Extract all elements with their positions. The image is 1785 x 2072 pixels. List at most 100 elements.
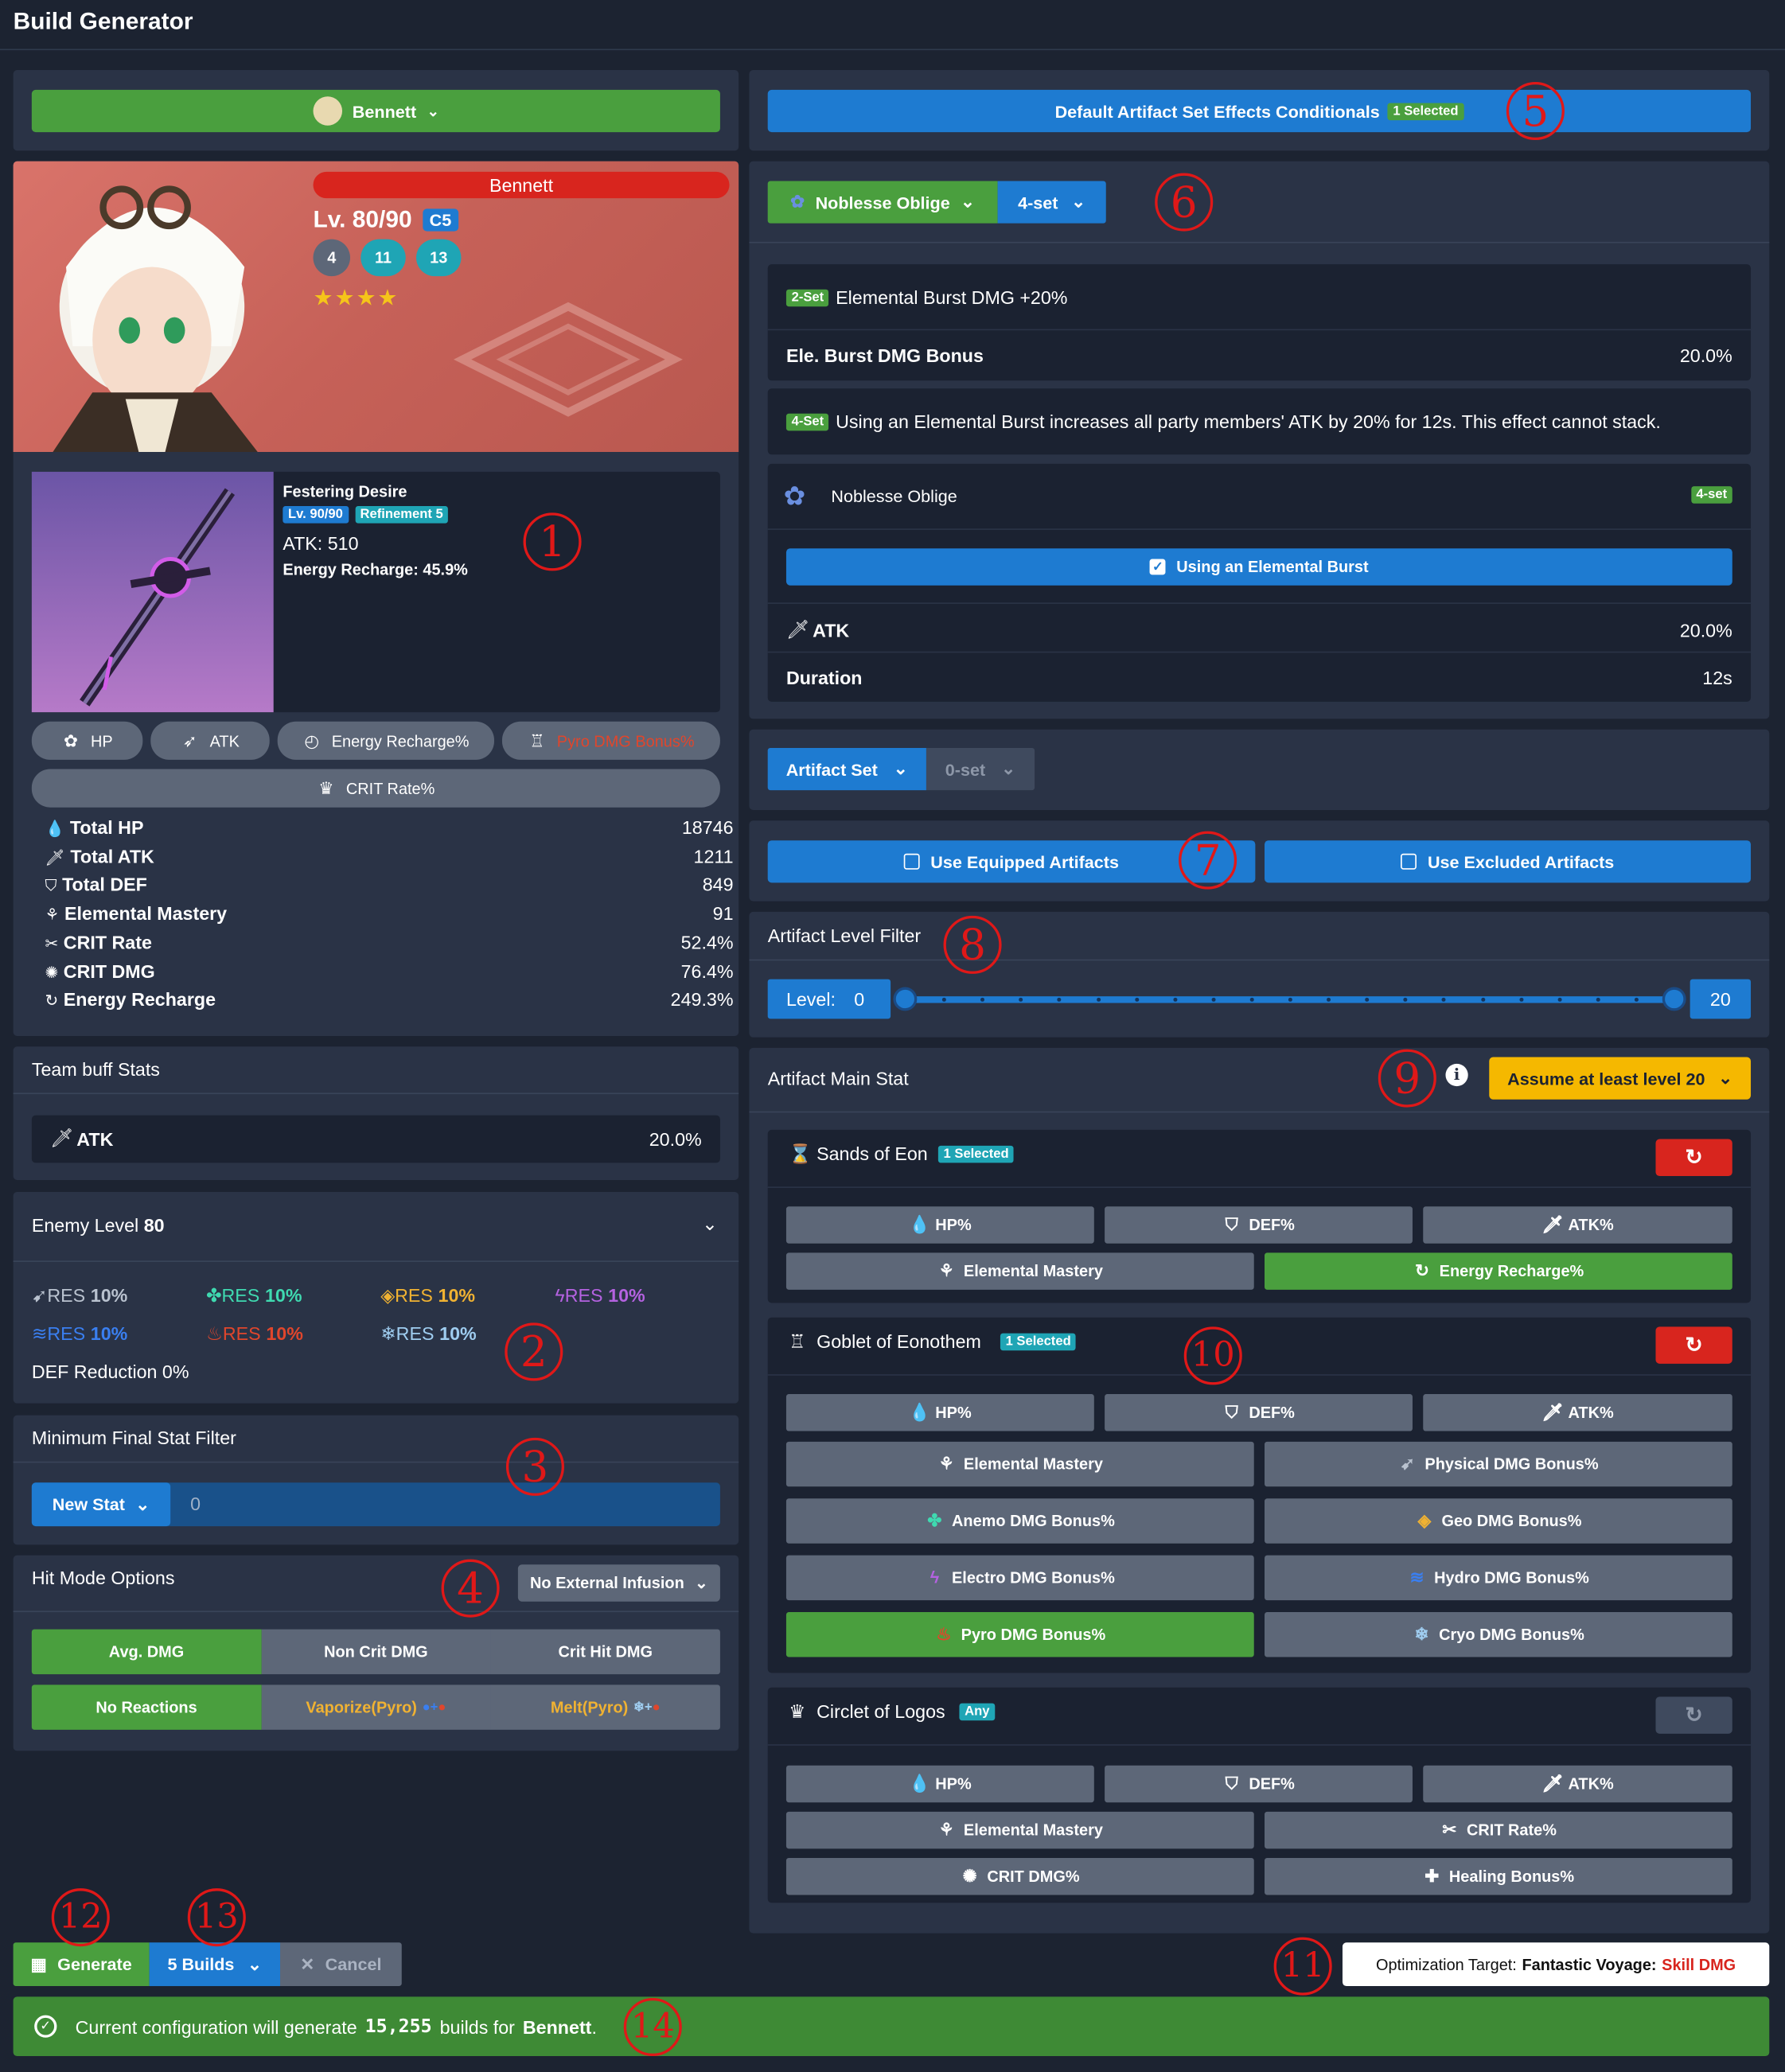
sands-icon: ◴ <box>304 730 320 750</box>
goblet-def-button[interactable]: ⛉ DEF% <box>1105 1394 1413 1431</box>
electro-icon: ϟ <box>930 1567 940 1587</box>
circlet-atk-button[interactable]: 🗡 ATK% <box>1423 1765 1732 1803</box>
goblet-electro-button[interactable]: ϟ Electro DMG Bonus% <box>785 1555 1254 1601</box>
circlet-crit-rate-button[interactable]: ✂ CRIT Rate% <box>1265 1811 1732 1849</box>
sands-reset-button[interactable]: ↻ <box>1655 1139 1732 1177</box>
melt-button[interactable]: Melt(Pyro) ❄+● <box>490 1684 720 1730</box>
goblet-anemo-button[interactable]: ✤ Anemo DMG Bonus% <box>785 1498 1254 1544</box>
def-reduction: DEF Reduction 0% <box>31 1361 189 1383</box>
artifact-chip-circlet[interactable]: ♛ CRIT Rate% <box>31 769 720 808</box>
stat-label: Pyro DMG Bonus% <box>961 1625 1106 1644</box>
stat-label: ATK% <box>1568 1774 1614 1794</box>
cryo-pyro-icon: ❄+● <box>633 1700 661 1715</box>
cancel-button[interactable]: ✕ Cancel <box>280 1942 402 1987</box>
goblet-reset-button[interactable]: ↻ <box>1655 1326 1732 1364</box>
team-buff-stat-label: ATK <box>76 1128 114 1150</box>
weapon-card[interactable]: Festering Desire Lv. 90/90 Refinement 5 … <box>31 471 720 713</box>
level-slider-min-handle[interactable] <box>893 987 918 1011</box>
circlet-reset-button[interactable]: ↻ <box>1655 1696 1732 1734</box>
sands-er-button[interactable]: ↻ Energy Recharge% <box>1265 1252 1732 1290</box>
chip-label: Pyro DMG Bonus% <box>556 731 695 750</box>
goblet-cryo-button[interactable]: ❄ Cryo DMG Bonus% <box>1265 1612 1732 1657</box>
goblet-physical-button[interactable]: ➹ Physical DMG Bonus% <box>1265 1441 1732 1487</box>
shield-icon: ⛉ <box>1225 1402 1238 1422</box>
goblet-em-button[interactable]: ⚘ Elemental Mastery <box>785 1441 1254 1487</box>
info-icon[interactable]: i <box>1445 1063 1468 1087</box>
stat-value: 849 <box>702 874 734 895</box>
goblet-atk-button[interactable]: 🗡 ATK% <box>1423 1394 1732 1431</box>
sands-hp-button[interactable]: 💧 HP% <box>785 1206 1094 1244</box>
artifact-chip-plume[interactable]: ➶ ATK <box>150 721 270 760</box>
circlet-hp-button[interactable]: 💧 HP% <box>785 1765 1094 1803</box>
level-slider-track[interactable] <box>893 987 1686 1011</box>
slider-tick <box>1172 997 1177 1002</box>
generate-label: Generate <box>57 1954 132 1975</box>
circlet-em-button[interactable]: ⚘ Elemental Mastery <box>785 1811 1254 1849</box>
pyro-icon: ♨ <box>206 1322 223 1344</box>
reset-icon: ↻ <box>1685 1334 1703 1357</box>
slider-tick <box>1596 997 1600 1002</box>
slider-tick <box>1557 997 1562 1002</box>
min-filter-value[interactable]: 0 <box>190 1494 201 1515</box>
circlet-crit-dmg-button[interactable]: ✺ CRIT DMG% <box>785 1857 1254 1895</box>
circlet-def-button[interactable]: ⛉ DEF% <box>1105 1765 1413 1803</box>
chevron-down-icon[interactable]: ⌄ <box>702 1213 717 1236</box>
goblet-hydro-button[interactable]: ≋ Hydro DMG Bonus% <box>1265 1555 1732 1601</box>
vaporize-button[interactable]: Vaporize(Pyro) ●+● <box>261 1684 491 1730</box>
enemy-res-hydro[interactable]: ≋RES 10% <box>32 1322 127 1345</box>
set-conditionals-button[interactable]: Default Artifact Set Effects Conditional… <box>767 89 1752 133</box>
builds-dropdown[interactable]: 5 Builds ⌄ <box>149 1942 281 1987</box>
stat-label: ATK% <box>1568 1403 1614 1422</box>
enemy-res-physical[interactable]: ➹RES 10% <box>32 1284 127 1307</box>
circlet-healing-button[interactable]: ✚ Healing Bonus% <box>1265 1857 1732 1895</box>
enemy-level-header[interactable]: Enemy Level 80 <box>32 1214 165 1236</box>
sands-atk-button[interactable]: 🗡 ATK% <box>1423 1206 1732 1244</box>
generate-button[interactable]: ▦ Generate <box>13 1942 150 1987</box>
avg-dmg-button[interactable]: Avg. DMG <box>31 1629 262 1675</box>
set-dropdown[interactable]: ✿ Noblesse Oblige ⌄ <box>767 181 998 224</box>
character-select-button[interactable]: Bennett ⌄ <box>31 89 720 133</box>
non-crit-dmg-button[interactable]: Non Crit DMG <box>261 1629 491 1675</box>
goblet-hp-button[interactable]: 💧 HP% <box>785 1394 1094 1431</box>
vaporize-label: Vaporize(Pyro) <box>306 1697 417 1717</box>
artifact-chip-goblet[interactable]: ♖ Pyro DMG Bonus% <box>501 721 720 760</box>
hourglass-icon: ⌛ <box>789 1143 813 1165</box>
new-stat-button[interactable]: New Stat ⌄ <box>31 1482 171 1527</box>
level-slider-max-handle[interactable] <box>1662 987 1686 1011</box>
set-count-dropdown[interactable]: 4-set ⌄ <box>997 181 1106 224</box>
assume-level-dropdown[interactable]: Assume at least level 20 ⌄ <box>1489 1057 1752 1100</box>
character-select-panel: Bennett ⌄ <box>13 70 739 151</box>
goblet-geo-button[interactable]: ◈ Geo DMG Bonus% <box>1265 1498 1732 1544</box>
slider-tick <box>942 997 947 1002</box>
stat-label: CRIT Rate <box>63 931 152 953</box>
enemy-res-electro[interactable]: ϟRES 10% <box>555 1284 645 1306</box>
goblet-badge: 1 Selected <box>1000 1333 1077 1351</box>
crit-hit-dmg-button[interactable]: Crit Hit DMG <box>490 1629 720 1675</box>
annotation-marker: 13 <box>187 1888 246 1947</box>
use-excluded-toggle[interactable]: Use Excluded Artifacts <box>1265 840 1752 883</box>
infusion-dropdown[interactable]: No External Infusion ⌄ <box>517 1564 720 1602</box>
cond-atk-value: 20.0% <box>1679 619 1732 641</box>
artifact-set-dropdown[interactable]: Artifact Set ⌄ <box>767 747 926 791</box>
check-circle-icon: ✓ <box>34 2015 57 2038</box>
enemy-res-anemo[interactable]: ✤RES 10% <box>206 1284 302 1307</box>
stat-value: 249.3% <box>670 988 734 1011</box>
anemo-icon: ✤ <box>206 1284 222 1306</box>
enemy-res-cryo[interactable]: ❄RES 10% <box>380 1322 476 1345</box>
enemy-res-geo[interactable]: ◈RES 10% <box>380 1284 475 1307</box>
goblet-pyro-button[interactable]: ♨ Pyro DMG Bonus% <box>785 1612 1254 1657</box>
no-reactions-button[interactable]: No Reactions <box>31 1684 262 1730</box>
weapon-level-tag: Lv. 90/90 <box>283 506 349 524</box>
artifact-chip-flower[interactable]: ✿ HP <box>31 721 143 760</box>
set-count-filter[interactable]: 0-set ⌄ <box>926 747 1035 791</box>
sands-def-button[interactable]: ⛉ DEF% <box>1105 1206 1413 1244</box>
conditional-set-tag: 4-set <box>1690 486 1732 504</box>
artifact-chip-sands[interactable]: ◴ Energy Recharge% <box>277 721 494 760</box>
stat-row: ↻ Energy Recharge 249.3% <box>45 989 733 1011</box>
res-prefix: RES <box>564 1284 603 1306</box>
enemy-res-pyro[interactable]: ♨RES 10% <box>206 1322 303 1345</box>
sands-em-button[interactable]: ⚘ Elemental Mastery <box>785 1252 1254 1290</box>
optimization-target[interactable]: Optimization Target: Fantastic Voyage: S… <box>1342 1942 1770 1987</box>
burst-conditional-toggle[interactable]: ✓ Using an Elemental Burst <box>785 548 1732 586</box>
hydro-icon: ≋ <box>1409 1567 1424 1587</box>
